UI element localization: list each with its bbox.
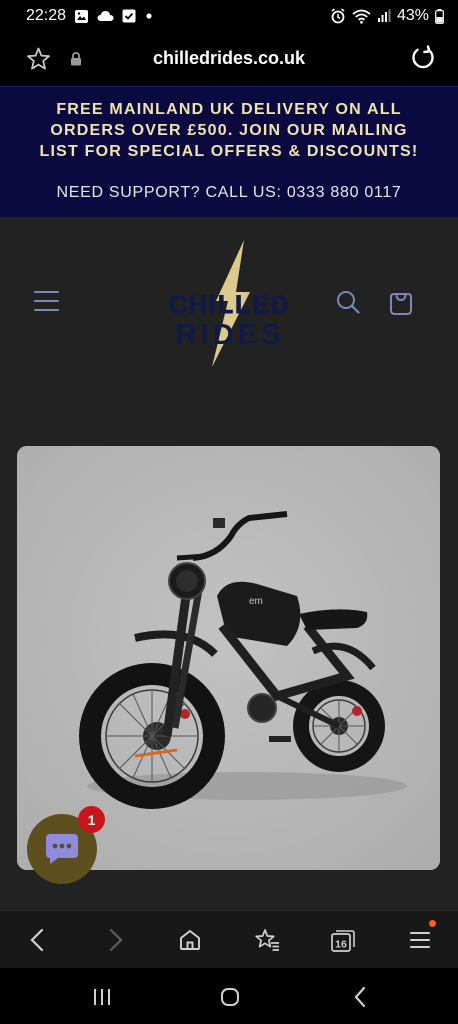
- dot-icon: [144, 11, 154, 21]
- lock-icon: [70, 51, 82, 70]
- home-icon[interactable]: [175, 925, 205, 955]
- signal-icon: [377, 9, 391, 23]
- system-navigation-bar: [0, 968, 458, 1024]
- notification-dot: [429, 920, 436, 927]
- star-outline-icon[interactable]: [26, 47, 51, 75]
- back-nav-icon[interactable]: [345, 982, 375, 1012]
- url-field[interactable]: chilledrides.co.uk: [153, 48, 305, 68]
- cloud-icon: [97, 10, 114, 22]
- status-time: 22:28: [26, 7, 67, 24]
- browser-toolbar: 16: [0, 910, 458, 968]
- checkbox-icon: [122, 9, 136, 23]
- chat-bubble-icon: [46, 834, 78, 864]
- battery-icon: [435, 8, 444, 24]
- back-icon[interactable]: [22, 925, 52, 955]
- announcement-bar: FREE MAINLAND UK DELIVERY ON ALL ORDERS …: [0, 86, 458, 217]
- announcement-offer[interactable]: FREE MAINLAND UK DELIVERY ON ALL ORDERS …: [0, 99, 458, 162]
- tabs-icon[interactable]: 16: [328, 925, 358, 955]
- cart-icon[interactable]: [388, 288, 414, 320]
- recents-icon[interactable]: [87, 982, 117, 1012]
- announcement-support[interactable]: NEED SUPPORT? CALL US: 0333 880 0117: [0, 184, 458, 202]
- frame-badge: em: [249, 596, 263, 607]
- chat-notification-badge: 1: [78, 806, 105, 833]
- status-bar: 22:28 43%: [0, 0, 458, 32]
- gallery-icon: [74, 9, 89, 24]
- site-header: CHILLED RIDES: [0, 217, 458, 392]
- forward-icon[interactable]: [101, 925, 131, 955]
- site-logo[interactable]: CHILLED RIDES: [160, 239, 300, 369]
- ebike-image: em: [17, 446, 440, 870]
- wifi-icon: [352, 9, 371, 24]
- bookmarks-icon[interactable]: [252, 925, 282, 955]
- logo-line1: CHILLED: [168, 291, 292, 320]
- home-button-icon[interactable]: [215, 982, 245, 1012]
- logo-line2: RIDES: [175, 319, 285, 351]
- tab-count: 16: [335, 939, 347, 951]
- battery-level: 43%: [396, 7, 429, 24]
- address-bar: chilledrides.co.uk: [0, 32, 458, 86]
- menu-icon[interactable]: [405, 925, 435, 955]
- hamburger-menu-icon[interactable]: [34, 289, 62, 313]
- alarm-icon: [330, 8, 346, 24]
- search-icon[interactable]: [336, 290, 360, 318]
- reload-icon[interactable]: [410, 45, 436, 75]
- product-image-card[interactable]: em: [17, 446, 440, 870]
